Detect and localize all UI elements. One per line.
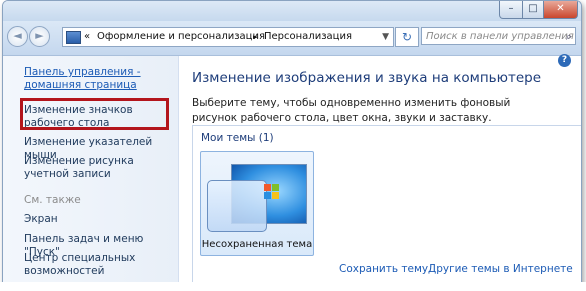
- breadcrumb-personalization[interactable]: Персонализация: [264, 28, 352, 46]
- page-title: Изменение изображения и звука на компьют…: [192, 70, 542, 86]
- my-themes-header[interactable]: Мои темы (1): [201, 132, 274, 144]
- themes-panel: Мои темы (1) Несохраненная тема Сохранит…: [192, 125, 581, 283]
- page-description: Выберите тему, чтобы одновременно измени…: [192, 97, 511, 124]
- sidebar-home-link[interactable]: Панель управления - домашняя страница: [24, 66, 174, 92]
- breadcrumb-appearance[interactable]: Оформление и персонализация: [97, 28, 265, 46]
- help-icon[interactable]: ?: [558, 54, 571, 67]
- search-placeholder: Поиск в панели управления: [426, 31, 574, 42]
- navigation-bar: ◄ ► « Оформление и персонализация ► Перс…: [3, 21, 581, 56]
- refresh-button[interactable]: ↻: [395, 27, 419, 47]
- minimize-button[interactable]: –: [499, 1, 523, 19]
- sidebar: Панель управления - домашняя страница Из…: [3, 56, 179, 283]
- search-icon[interactable]: ⌕: [566, 28, 572, 46]
- highlight-box: [20, 98, 169, 130]
- theme-window-color-preview: [207, 180, 267, 232]
- theme-tile-unsaved[interactable]: Несохраненная тема: [200, 151, 314, 256]
- forward-button[interactable]: ►: [29, 26, 50, 47]
- close-button[interactable]: ✕: [543, 1, 578, 19]
- sidebar-item-account-picture[interactable]: Изменение рисунка учетной записи: [24, 155, 174, 181]
- address-dropdown-icon[interactable]: ▼: [382, 28, 389, 46]
- breadcrumb-separator-icon[interactable]: ►: [253, 28, 258, 46]
- search-input[interactable]: Поиск в панели управления ⌕: [421, 27, 576, 45]
- theme-name: Несохраненная тема: [201, 239, 313, 250]
- control-panel-window: – □ ✕ ◄ ► « Оформление и персонализация …: [2, 0, 582, 284]
- control-panel-icon: [66, 31, 81, 44]
- online-themes-link[interactable]: Другие темы в Интернете: [428, 263, 573, 275]
- see-also-display[interactable]: Экран: [24, 213, 174, 226]
- breadcrumb-overflow[interactable]: «: [84, 28, 90, 46]
- title-bar[interactable]: – □ ✕: [3, 1, 581, 21]
- windows-logo-icon: [264, 184, 280, 200]
- save-theme-link[interactable]: Сохранить тему: [339, 263, 428, 275]
- page-bottom-edge: [0, 282, 586, 291]
- maximize-button[interactable]: □: [522, 1, 544, 19]
- address-bar[interactable]: « Оформление и персонализация ► Персонал…: [62, 27, 394, 47]
- see-also-heading: См. также: [24, 194, 81, 206]
- see-also-ease-of-access[interactable]: Центр специальных возможностей: [24, 252, 174, 278]
- back-button[interactable]: ◄: [7, 26, 28, 47]
